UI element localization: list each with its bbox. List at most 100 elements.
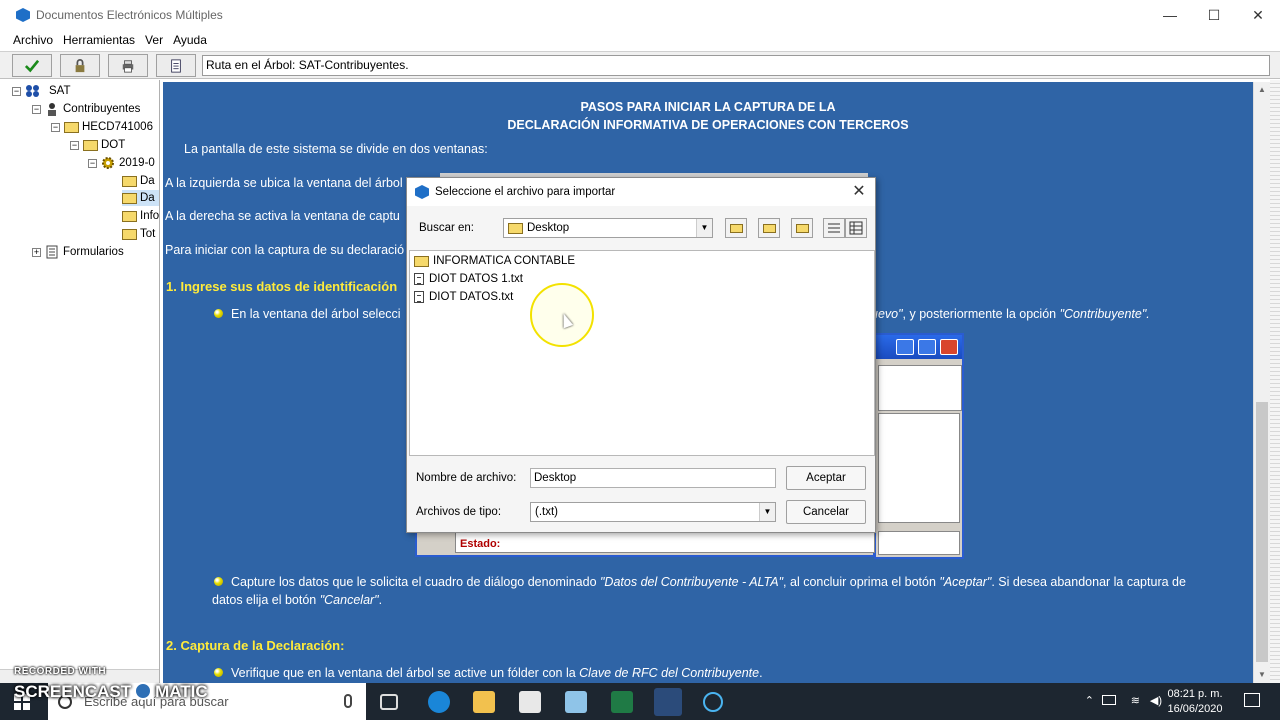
collapse-icon[interactable]: − <box>70 140 79 150</box>
tree-label: Contribuyentes <box>63 103 141 115</box>
print-button[interactable] <box>108 54 148 77</box>
home-folder-icon <box>763 224 776 233</box>
text-file-icon <box>414 291 424 303</box>
right-window-paragraph: A la derecha se activa la ventana de cap… <box>165 209 400 223</box>
menu-herramientas[interactable]: Herramientas <box>58 33 140 47</box>
file-name-input[interactable]: Desktop <box>530 468 776 488</box>
window-title: Documentos Electrónicos Múltiples <box>36 8 223 22</box>
document-icon <box>171 58 181 73</box>
cortana-icon[interactable] <box>703 692 723 712</box>
bg-maximize-button[interactable] <box>918 339 936 355</box>
scrollbar-thumb[interactable] <box>1256 402 1268 662</box>
edge-browser-icon[interactable] <box>428 691 450 713</box>
bullet-3-text: Verifique que en la ventana del árbol se… <box>231 666 763 680</box>
notes-app-icon[interactable] <box>565 691 587 713</box>
tree-node-sat[interactable]: − SAT <box>12 83 71 99</box>
background-dialog-list <box>878 413 960 523</box>
scroll-up-icon[interactable]: ▲ <box>1258 85 1266 94</box>
file-list[interactable]: INFORMATICA CONTABLE DIOT DATOS 1.txt DI… <box>409 250 875 456</box>
dialog-close-button[interactable]: ✕ <box>849 182 869 202</box>
menu-archivo[interactable]: Archivo <box>8 33 58 47</box>
list-item[interactable]: DIOT DATOS.txt <box>414 289 513 305</box>
scroll-down-icon[interactable]: ▼ <box>1258 670 1266 679</box>
tree-node-contribuyentes[interactable]: − Contribuyentes <box>32 101 140 117</box>
dialog-title: Seleccione el archivo para importar <box>435 186 616 198</box>
list-item[interactable]: INFORMATICA CONTABLE <box>414 253 575 269</box>
expand-icon[interactable]: + <box>32 247 41 257</box>
wifi-icon[interactable]: ≋ <box>1131 694 1140 720</box>
background-dialog-field <box>878 365 962 411</box>
bullet-2-text: . Si desea abandonar la captura de <box>991 575 1186 589</box>
person-icon <box>48 103 56 116</box>
tree-node-info[interactable]: Info <box>122 208 159 224</box>
background-dialog-status-area: Estado: <box>415 529 875 557</box>
bullet-2-text: Capture los datos que le solicita el cua… <box>231 575 600 589</box>
main-vertical-scrollbar[interactable]: ▲ ▼ <box>1253 82 1270 683</box>
details-view-button[interactable] <box>845 218 867 238</box>
tree-node-tot[interactable]: Tot <box>122 226 155 242</box>
new-folder-icon <box>796 224 809 233</box>
look-in-select[interactable]: Desktop ▼ <box>503 218 713 238</box>
new-folder-button[interactable] <box>791 218 813 238</box>
store-icon[interactable] <box>519 691 541 713</box>
tree-horizontal-scrollbar[interactable] <box>0 669 159 683</box>
chevron-down-icon[interactable]: ▼ <box>696 219 712 237</box>
taskbar: Escribe aquí para buscar ⌃ ≋ ◀) 08:21 p.… <box>0 683 1280 720</box>
tree-node-da-1[interactable]: Da <box>122 173 155 189</box>
tree-node-formularios[interactable]: + Formularios <box>32 244 124 260</box>
collapse-icon[interactable]: − <box>12 86 21 96</box>
look-in-label: Buscar en: <box>419 222 474 234</box>
battery-icon[interactable] <box>1102 695 1116 705</box>
taskbar-search[interactable]: Escribe aquí para buscar <box>48 683 366 720</box>
tree-label: DOT <box>101 139 126 151</box>
file-type-select[interactable]: (.txt) ▼ <box>530 502 776 522</box>
validate-button[interactable] <box>12 54 52 77</box>
excel-icon[interactable] <box>611 691 633 713</box>
list-item[interactable]: DIOT DATOS 1.txt <box>414 271 523 287</box>
windows-start-icon[interactable] <box>14 694 30 710</box>
tree-label: 2019-0 <box>119 157 155 169</box>
background-dialog-hscroll <box>878 531 960 555</box>
menu-ayuda[interactable]: Ayuda <box>168 33 212 47</box>
chevron-up-icon[interactable]: ⌃ <box>1085 694 1094 720</box>
collapse-icon[interactable]: − <box>51 122 60 132</box>
notifications-icon[interactable] <box>1244 693 1260 707</box>
file-type-label: Archivos de tipo: <box>416 506 502 518</box>
lock-button[interactable] <box>60 54 100 77</box>
folder-icon <box>122 192 137 204</box>
title-bar: Documentos Electrónicos Múltiples — ☐ ✕ <box>0 0 1280 30</box>
tree-node-rfc[interactable]: − HECD741006 <box>51 119 153 135</box>
bullet-1-continuation: uevo", y posteriormente la opción "Contr… <box>871 307 1150 321</box>
chevron-down-icon[interactable]: ▼ <box>759 503 775 521</box>
tree-node-da-2[interactable]: Da <box>122 190 159 206</box>
collapse-icon[interactable]: − <box>88 158 97 168</box>
accept-button[interactable]: Aceptar <box>786 466 866 490</box>
file-name-label: Nombre de archivo: <box>416 472 517 484</box>
close-button[interactable]: ✕ <box>1236 0 1280 30</box>
tree-node-period[interactable]: − 2019-0 <box>88 155 155 171</box>
system-clock[interactable]: 08:21 p. m. 16/06/2020 <box>1160 687 1230 717</box>
collapse-icon[interactable]: − <box>32 104 41 114</box>
up-folder-button[interactable] <box>725 218 747 238</box>
bg-minimize-button[interactable] <box>896 339 914 355</box>
background-dialog <box>874 333 964 559</box>
list-view-button[interactable] <box>823 218 845 238</box>
sat-app-icon[interactable] <box>654 688 682 716</box>
bg-close-button[interactable] <box>940 339 958 355</box>
background-dialog-titlebar <box>876 335 962 359</box>
tree-node-dot[interactable]: − DOT <box>70 137 125 153</box>
home-folder-button[interactable] <box>758 218 780 238</box>
menu-ver[interactable]: Ver <box>140 33 168 47</box>
task-view-icon[interactable] <box>380 694 398 710</box>
file-explorer-icon[interactable] <box>473 691 495 713</box>
minimize-button[interactable]: — <box>1148 0 1192 30</box>
cancel-button[interactable]: Cancelar <box>786 500 866 524</box>
bullet-1-text: En la ventana del árbol selecci <box>231 307 401 321</box>
dialog-app-icon <box>415 185 429 199</box>
menu-bar: Archivo Herramientas Ver Ayuda <box>0 30 1280 50</box>
bullet-2-text: , al concluir oprima el botón <box>783 575 940 589</box>
maximize-button[interactable]: ☐ <box>1192 0 1236 30</box>
microphone-icon[interactable] <box>344 694 352 708</box>
document-button[interactable] <box>156 54 196 77</box>
sat-logo-icon <box>26 85 39 97</box>
